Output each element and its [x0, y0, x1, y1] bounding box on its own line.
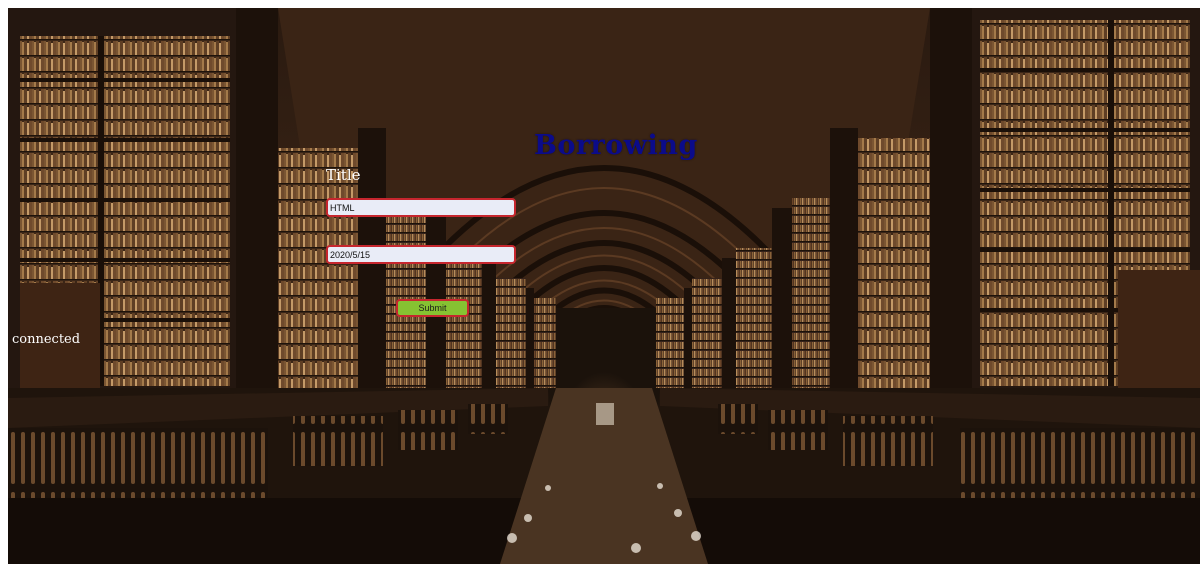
page-title: Borrowing — [534, 130, 698, 161]
page-container: Borrowing Title Submit connected — [8, 8, 1200, 564]
connection-status-text: connected — [12, 332, 81, 347]
submit-button[interactable]: Submit — [396, 299, 469, 317]
library-background-image — [8, 8, 1200, 564]
title-input[interactable] — [326, 198, 516, 217]
title-label: Title — [326, 166, 361, 184]
date-input[interactable] — [326, 245, 516, 264]
